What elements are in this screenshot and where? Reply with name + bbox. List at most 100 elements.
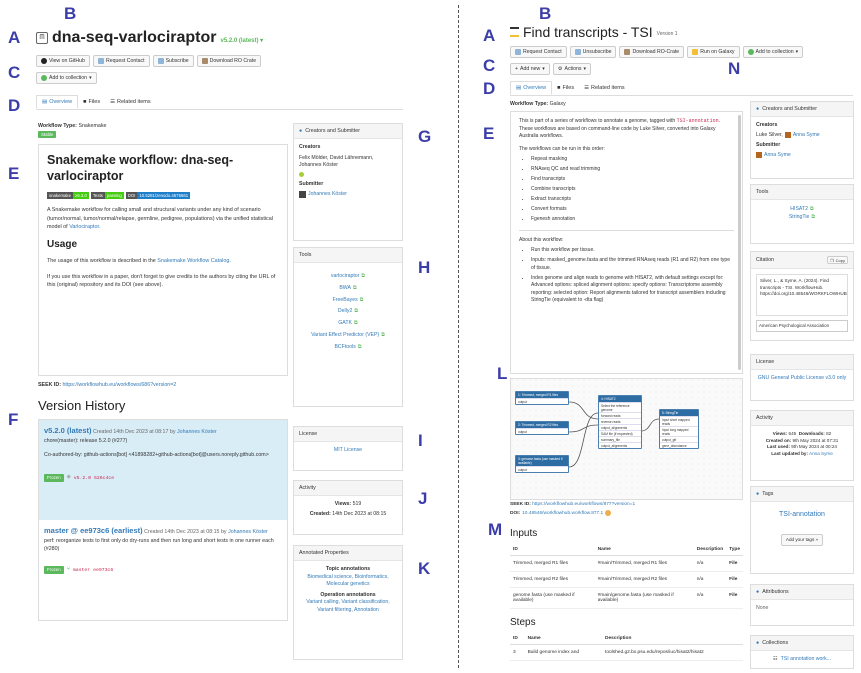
seek-id: SEEK ID: https://workflowhub.eu/workflow… <box>38 382 177 388</box>
unsubscribe-button[interactable]: Unsubscribe <box>569 46 617 58</box>
varlociraptor-link[interactable]: Varlociraptor <box>69 224 99 230</box>
actions-button[interactable]: ⚙ Actions ▾ <box>552 63 592 75</box>
version-tags: Frozen ⑂ master ee973c6 <box>44 565 282 575</box>
add-to-collection-button[interactable]: Add to collection ▾ <box>36 72 97 84</box>
snakemake-shield[interactable]: snakemake ≥6.3.0 <box>47 192 89 200</box>
node-port: Input long mapped reads <box>660 426 698 436</box>
license-link[interactable]: GNU General Public License v3.0 only <box>758 375 847 381</box>
seek-id-link[interactable]: https://workflowhub.eu/workflows/686?ver… <box>62 382 176 388</box>
seek-id-link[interactable]: https://workflowhub.eu/workflows/877?ver… <box>532 502 635 507</box>
label-d-left: D <box>8 96 21 115</box>
request-contact-button[interactable]: Request Contact <box>510 46 567 58</box>
topic-annotations[interactable]: Biomedical science, Bioinformatics, Mole… <box>299 574 397 589</box>
doi-link[interactable]: 10.48546/workflowhub.workflow.877.1 <box>522 511 603 516</box>
tab-related-items[interactable]: ☰ Related items <box>105 95 156 109</box>
tab-overview[interactable]: ▤ Overview <box>36 95 79 109</box>
table-cell: #main/genome.fasta (use masked if availa… <box>594 587 694 609</box>
orcid-icon[interactable] <box>299 171 304 177</box>
table-cell: #main/Trimmed, merged R2 files <box>594 571 694 588</box>
version-author-link[interactable]: Johannes Köster <box>177 429 217 435</box>
about-list: Run this workflow per tissue. Inputs: mas… <box>519 247 734 305</box>
list-item: Extract transcripts <box>531 196 734 204</box>
workflow-node[interactable]: 4: HISAT2 Select the reference genome forw… <box>598 395 642 449</box>
envelope-icon <box>97 58 104 64</box>
version-item-earliest[interactable]: master @ ee973c6 (earliest) Created 14th… <box>39 520 287 620</box>
folder-icon: ■ <box>557 85 561 91</box>
label-j: J <box>418 489 428 508</box>
view-github-button[interactable]: View on GitHub <box>36 55 90 67</box>
tab-files[interactable]: ■ Files <box>78 95 105 109</box>
readme-intro: A Snakemake workflow for calling small a… <box>47 207 273 230</box>
run-on-galaxy-button[interactable]: Run on Galaxy <box>687 46 740 58</box>
submitter-label: Submitter <box>756 142 781 149</box>
version-author-link[interactable]: Johannes Köster <box>228 529 268 535</box>
add-tags-button[interactable]: Add your tags » <box>780 534 824 547</box>
node-port: gene_abundance <box>660 442 698 448</box>
workflow-diagram[interactable]: 1: Trimmed, merged R1 files output 2: Trim… <box>510 378 743 500</box>
download-ro-crate-button[interactable]: Download RO Crate <box>196 55 262 67</box>
list-icon: ☰ <box>110 99 116 105</box>
tool-link[interactable]: GATK ⧉ <box>299 320 397 327</box>
collection-link[interactable]: TSI annotation work... <box>781 656 831 664</box>
doi-shield[interactable]: DOI 10.5281/zenodo.4675661 <box>125 192 191 200</box>
git-tag: v5.2.0 <box>73 475 92 481</box>
creator-link[interactable]: Anna Syme <box>793 132 820 140</box>
submitter-link[interactable]: Anna Syme <box>764 152 791 160</box>
tab-overview[interactable]: ▤ Overview <box>510 81 553 95</box>
table-cell: Trimmed, merged R1 files <box>510 555 595 572</box>
seek-id: SEEK ID: https://workflowhub.eu/workflow… <box>510 502 636 507</box>
column-header: Description <box>601 633 743 645</box>
request-contact-button[interactable]: Request Contact <box>92 55 150 67</box>
operation-annotations-label: Operation annotations <box>320 591 376 598</box>
tools-list: varlociraptor ⧉ BWA ⧉ FreeBayes ⧉ Delly2 ⧉ GATK ⧉… <box>294 263 402 360</box>
avatar <box>756 152 762 159</box>
version-name[interactable]: v5.2.0 (latest) <box>44 426 92 435</box>
tab-related-items[interactable]: ☰ Related items <box>579 81 630 95</box>
tab-files[interactable]: ■ Files <box>552 81 579 95</box>
subscribe-button[interactable]: Subscribe <box>152 55 194 67</box>
license-panel: License GNU General Public License v3.0 … <box>750 354 854 401</box>
version-name[interactable]: master @ ee973c6 (earliest) <box>44 526 143 535</box>
tool-link[interactable]: FreeBayes ⧉ <box>299 297 397 304</box>
gear-icon: ⚙ <box>557 66 563 72</box>
version-item-latest[interactable]: v5.2.0 (latest) Created 14th Dec 2023 at… <box>39 420 287 520</box>
last-used-date: Last used: 9th May 2024 at 00:24 <box>767 444 837 450</box>
list-item: RNAseq QC and read trimming <box>531 166 734 174</box>
scrollbar[interactable] <box>738 115 741 370</box>
copy-icon[interactable] <box>605 510 612 516</box>
citation-style-select[interactable]: American Psychological Association <box>756 320 848 333</box>
download-ro-crate-button[interactable]: Download RO-Crate <box>619 46 685 58</box>
frozen-badge: Frozen <box>44 473 64 483</box>
tool-link[interactable]: Delly2 ⧉ <box>299 308 397 315</box>
operation-annotations[interactable]: Variant calling, Variant classification,… <box>299 599 397 614</box>
workflow-node[interactable]: 5: StringTie Input short mapped reads Inpu… <box>659 409 699 449</box>
envelope-icon <box>515 49 521 55</box>
workflow-node[interactable]: 2: Trimmed, merged R2 files output <box>515 421 569 435</box>
add-to-collection-button[interactable]: Add to collection ▾ <box>742 46 804 58</box>
workflow-catalog-link[interactable]: Snakemake Workflow Catalog <box>157 258 229 264</box>
external-link-icon: ⧉ <box>352 284 357 291</box>
tag-link[interactable]: TSI-annotation <box>756 510 848 520</box>
table-cell: Build genome index and <box>524 644 602 661</box>
tsi-annotation-tag[interactable]: TSI-annotation <box>677 118 719 124</box>
license-link[interactable]: MIT License <box>334 447 362 453</box>
tool-link[interactable]: HISAT2 ⧉ <box>756 205 848 213</box>
tools-panel: Tools varlociraptor ⧉ BWA ⧉ FreeBayes ⧉ Delly2… <box>293 247 403 407</box>
copy-citation-button[interactable]: ❐ Copy <box>827 256 848 264</box>
list-icon: ☷ <box>772 656 778 662</box>
about-heading: About this workflow: <box>519 236 564 243</box>
tool-link[interactable]: Variant Effect Predictor (VEP) ⧉ <box>299 332 397 339</box>
activity-panel: Activity Views: 519 Created: 14th Dec 20… <box>293 480 403 535</box>
workflow-node[interactable]: 1: Trimmed, merged R1 files output <box>515 391 569 405</box>
submitter-link[interactable]: Johannes Köster <box>308 191 347 199</box>
workflow-type: Workflow Type: Snakemake <box>38 123 107 129</box>
version-dropdown[interactable]: v5.2.0 (latest) ▾ <box>220 37 263 44</box>
tool-link[interactable]: StringTie ⧉ <box>756 213 848 221</box>
tests-shield[interactable]: Tests passing <box>90 192 124 200</box>
updater-link[interactable]: Anna Syme <box>809 451 833 456</box>
workflow-node[interactable]: 3: genome.fasta (use masked if available… <box>515 455 569 473</box>
tool-link[interactable]: BWA ⧉ <box>299 285 397 292</box>
add-new-button[interactable]: + Add new ▾ <box>510 63 550 75</box>
tool-link[interactable]: varlociraptor ⧉ <box>299 273 397 280</box>
tool-link[interactable]: BCFtools ⧉ <box>299 344 397 351</box>
